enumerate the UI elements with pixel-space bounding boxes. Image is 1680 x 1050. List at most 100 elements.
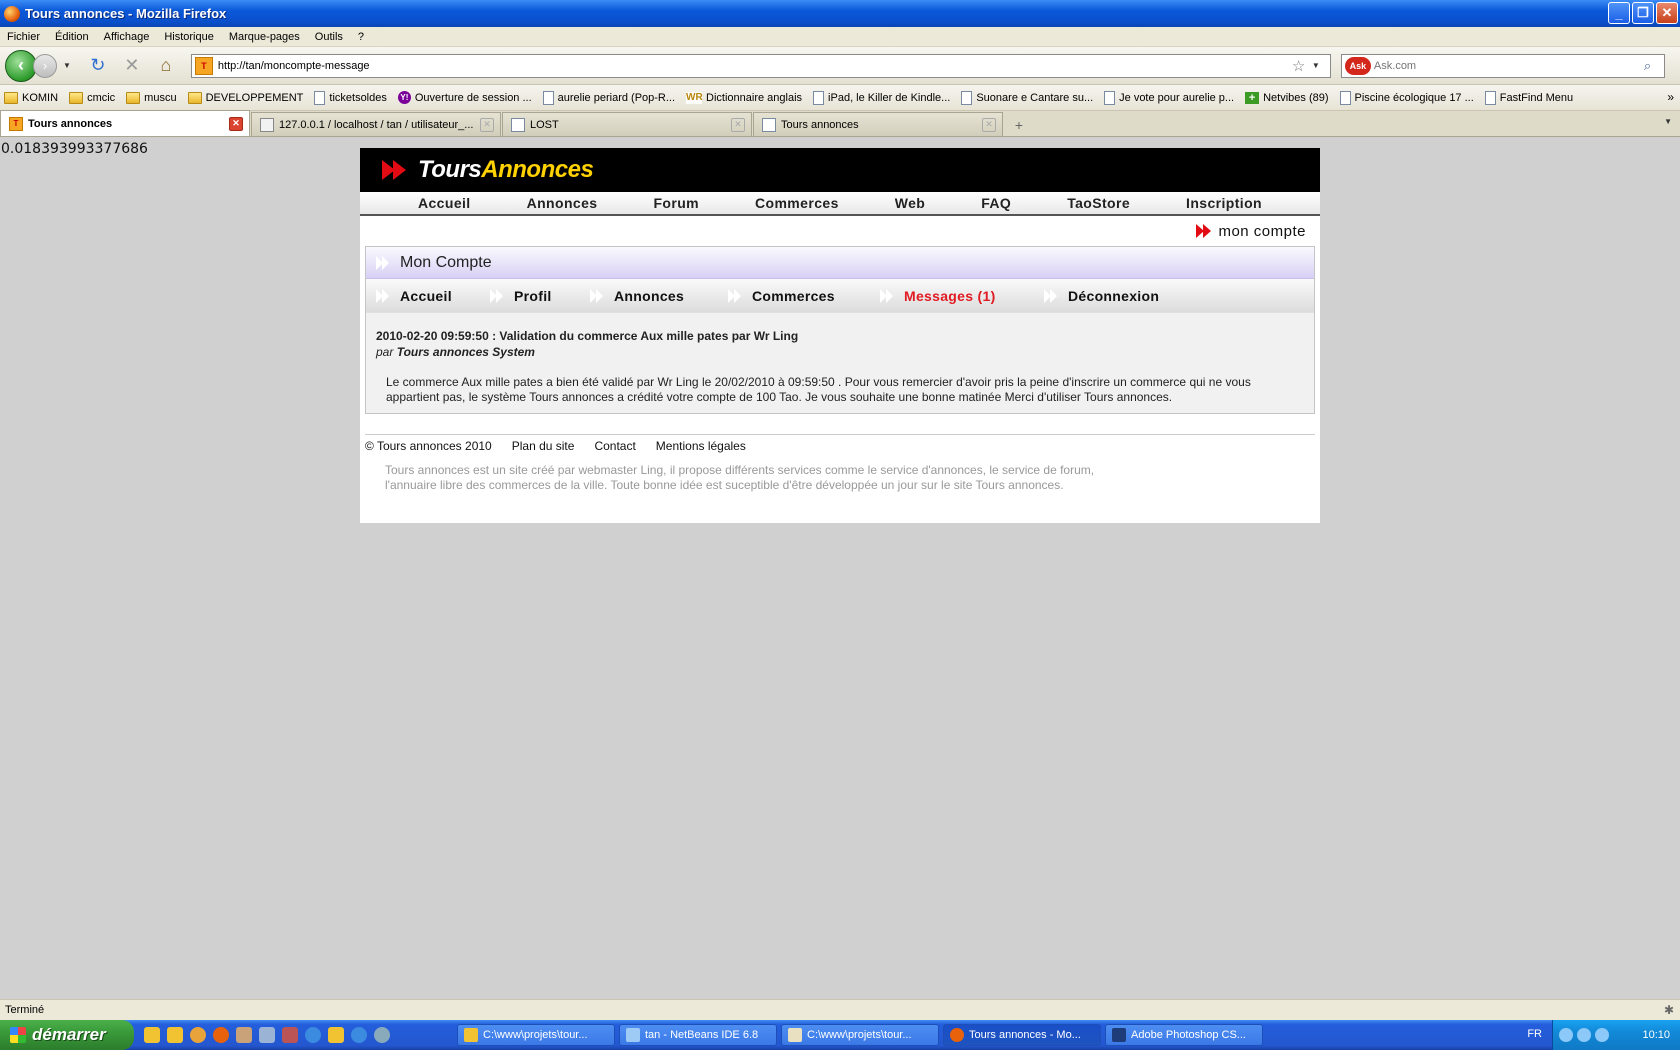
folder-icon	[126, 91, 141, 104]
history-dropdown-icon[interactable]: ▼	[63, 61, 71, 70]
subnav-profil[interactable]: Profil	[490, 288, 590, 304]
nav-faq[interactable]: FAQ	[981, 195, 1011, 211]
bookmark-star-icon[interactable]: ☆	[1292, 57, 1312, 75]
maximize-button[interactable]: ❐	[1632, 2, 1654, 24]
taskbar-item-explorer-2[interactable]: C:\www\projets\tour...	[781, 1024, 939, 1046]
addon-bar-icon[interactable]: ✱	[1664, 1003, 1674, 1017]
bookmark-item[interactable]: FastFind Menu	[1481, 90, 1573, 105]
app-icon[interactable]	[282, 1027, 298, 1043]
bookmark-item[interactable]: Piscine écologique 17 ...	[1336, 90, 1474, 105]
tab-close-icon[interactable]: ✕	[731, 117, 745, 132]
nav-commerces[interactable]: Commerces	[755, 195, 839, 211]
subnav-accueil[interactable]: Accueil	[376, 288, 490, 304]
footer-link-plan[interactable]: Plan du site	[512, 439, 575, 453]
tab-label: 127.0.0.1 / localhost / tan / utilisateu…	[279, 118, 474, 131]
clock[interactable]: 10:10	[1642, 1029, 1670, 1041]
bookmark-label: Suonare e Cantare su...	[976, 91, 1094, 104]
bookmark-item[interactable]: muscu	[122, 91, 177, 104]
ie-icon[interactable]	[351, 1027, 367, 1043]
minimize-button[interactable]: _	[1608, 2, 1630, 24]
menu-marque-pages[interactable]: Marque-pages	[222, 31, 308, 43]
taskbar-item-photoshop[interactable]: Adobe Photoshop CS...	[1105, 1024, 1263, 1046]
footer-link-contact[interactable]: Contact	[594, 439, 635, 453]
tab-lost[interactable]: LOST ✕	[502, 112, 752, 136]
nav-web[interactable]: Web	[895, 195, 926, 211]
taskbar-item-netbeans[interactable]: tan - NetBeans IDE 6.8	[619, 1024, 777, 1046]
bookmarks-overflow-icon[interactable]: »	[1667, 90, 1674, 104]
menu-fichier[interactable]: Fichier	[0, 31, 48, 43]
bookmark-item[interactable]: DEVELOPPEMENT	[184, 91, 303, 104]
tray-icon[interactable]	[1559, 1028, 1573, 1042]
menu-historique[interactable]: Historique	[157, 31, 222, 43]
new-tab-button[interactable]: +	[1004, 114, 1034, 136]
tray-icon[interactable]	[1595, 1028, 1609, 1042]
bookmark-item[interactable]: Suonare e Cantare su...	[957, 90, 1094, 105]
tours-annonces-favicon: T	[9, 116, 23, 131]
tab-close-icon[interactable]: ✕	[982, 117, 996, 132]
taskbar-item-explorer-1[interactable]: C:\www\projets\tour...	[457, 1024, 615, 1046]
menu-edition[interactable]: Édition	[48, 31, 97, 43]
taskbar-item-firefox[interactable]: Tours annonces - Mo...	[943, 1024, 1101, 1046]
white-arrows-icon	[728, 288, 744, 303]
subnav-deconnexion[interactable]: Déconnexion	[1044, 288, 1194, 304]
subnav-label: Déconnexion	[1068, 287, 1160, 304]
globe-icon[interactable]	[374, 1027, 390, 1043]
account-link[interactable]: mon compte	[360, 216, 1320, 246]
site-logo[interactable]: ToursAnnonces	[418, 156, 594, 184]
search-icon[interactable]: ⌕	[1644, 58, 1664, 74]
bookmark-item[interactable]: Y! Ouverture de session ...	[394, 91, 532, 104]
windows-taskbar: démarrer C:\www\projets\tour... tan - Ne…	[0, 1020, 1680, 1050]
start-button[interactable]: démarrer	[0, 1020, 134, 1050]
close-window-button[interactable]: ✕	[1656, 2, 1678, 24]
home-icon[interactable]: ⌂	[155, 55, 177, 77]
nav-inscription[interactable]: Inscription	[1186, 195, 1262, 211]
bookmark-item[interactable]: WR Dictionnaire anglais	[682, 91, 802, 104]
tray-icon[interactable]	[1577, 1028, 1591, 1042]
subnav-annonces[interactable]: Annonces	[590, 288, 728, 304]
subnav-commerces[interactable]: Commerces	[728, 288, 880, 304]
tab-close-icon[interactable]: ✕	[480, 117, 494, 132]
nav-taostore[interactable]: TaoStore	[1067, 195, 1130, 211]
tab-tours-annonces-2[interactable]: Tours annonces ✕	[753, 112, 1003, 136]
user-icon[interactable]	[236, 1027, 252, 1043]
nav-annonces[interactable]: Annonces	[527, 195, 598, 211]
ask-engine-icon[interactable]: Ask	[1344, 56, 1371, 75]
chrome-icon[interactable]	[190, 1027, 206, 1043]
stop-icon[interactable]: ✕	[121, 55, 143, 77]
menu-affichage[interactable]: Affichage	[97, 31, 158, 43]
bookmark-item[interactable]: ticketsoldes	[310, 90, 387, 105]
bookmark-item[interactable]: aurelie periard (Pop-R...	[539, 90, 675, 105]
tool-icon[interactable]	[259, 1027, 275, 1043]
address-bar[interactable]: T http://tan/moncompte-message ☆ ▼	[190, 53, 1331, 78]
folder-icon[interactable]	[144, 1027, 160, 1043]
reload-icon[interactable]: ↻	[87, 55, 109, 77]
bookmarks-toolbar: KOMIN cmcic muscu DEVELOPPEMENT ticketsoldes…	[0, 85, 1680, 111]
firefox-icon[interactable]	[213, 1027, 229, 1043]
subnav-messages[interactable]: Messages (1)	[880, 288, 1044, 304]
search-box[interactable]: Ask ⌕	[1340, 53, 1665, 78]
url-text[interactable]: http://tan/moncompte-message	[218, 60, 1292, 72]
footer-link-mentions[interactable]: Mentions légales	[656, 439, 746, 453]
language-indicator[interactable]: FR	[1527, 1028, 1542, 1040]
forward-button[interactable]: ›	[33, 53, 57, 78]
bookmark-item[interactable]: Je vote pour aurelie p...	[1100, 90, 1234, 105]
search-input[interactable]	[1373, 59, 1644, 72]
menu-help[interactable]: ?	[351, 31, 372, 43]
nav-forum[interactable]: Forum	[653, 195, 699, 211]
tab-phpmyadmin[interactable]: 127.0.0.1 / localhost / tan / utilisateu…	[251, 112, 501, 136]
folder-icon[interactable]	[328, 1027, 344, 1043]
nav-accueil[interactable]: Accueil	[418, 195, 471, 211]
tab-list-icon[interactable]: ▼	[1664, 117, 1672, 126]
bookmark-item[interactable]: KOMIN	[0, 91, 58, 104]
tab-tours-annonces[interactable]: T Tours annonces ✕	[0, 110, 250, 136]
menu-outils[interactable]: Outils	[308, 31, 351, 43]
bookmark-item[interactable]: + Netvibes (89)	[1241, 91, 1329, 104]
url-dropdown-icon[interactable]: ▼	[1312, 61, 1330, 70]
account-panel: Mon Compte Accueil Profil Annonces Comme…	[365, 246, 1315, 414]
folder-icon[interactable]	[167, 1027, 183, 1043]
ie-icon[interactable]	[305, 1027, 321, 1043]
bookmark-item[interactable]: iPad, le Killer de Kindle...	[809, 90, 950, 105]
page-icon	[762, 117, 776, 132]
tab-close-icon[interactable]: ✕	[229, 116, 243, 131]
bookmark-item[interactable]: cmcic	[65, 91, 115, 104]
